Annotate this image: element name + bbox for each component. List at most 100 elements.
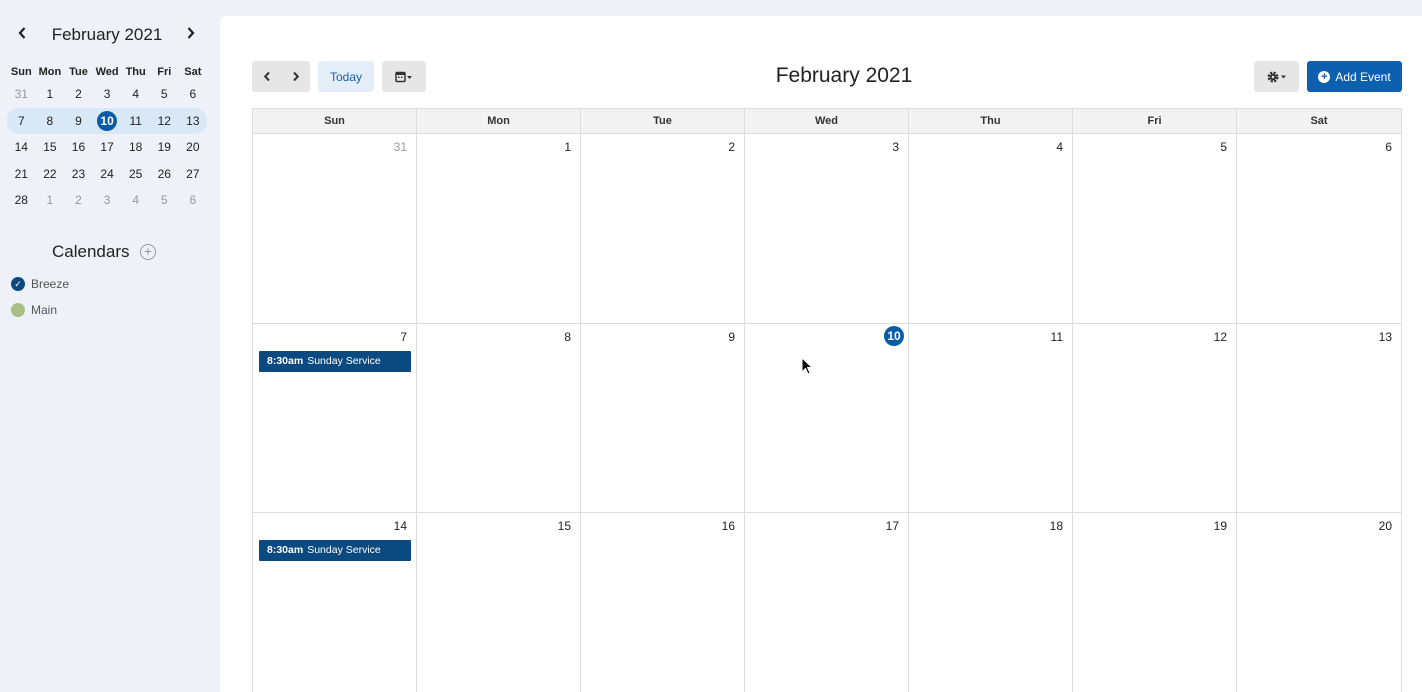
mini-day[interactable]: 12	[150, 110, 179, 132]
settings-button[interactable]	[1254, 61, 1299, 92]
mini-day[interactable]: 1	[36, 83, 65, 105]
calendar-item-breeze[interactable]: ✓ Breeze	[11, 276, 69, 292]
day-cell[interactable]: 19	[1073, 513, 1237, 692]
day-cell[interactable]: 5	[1073, 134, 1237, 323]
mini-day-number: 2	[75, 193, 82, 208]
day-cell[interactable]: 8	[417, 323, 581, 512]
event-chip[interactable]: 8:30am Sunday Service	[259, 540, 411, 561]
day-number: 1	[564, 140, 571, 154]
mini-day[interactable]: 2	[64, 83, 93, 105]
day-cell[interactable]: 1	[417, 134, 581, 323]
mini-calendar-grid: Sun Mon Tue Wed Thu Fri Sat 31 1 2 3 4 5 6 7 8 9 10 11 12 13…	[7, 63, 207, 214]
mini-day[interactable]: 26	[150, 163, 179, 185]
day-cell[interactable]: 6	[1237, 134, 1401, 323]
mini-day-number: 26	[157, 166, 171, 181]
plus-circle-icon: +	[1318, 70, 1331, 83]
today-button[interactable]: Today	[318, 61, 374, 92]
day-number: 10	[884, 325, 904, 346]
mini-day[interactable]: 1	[36, 189, 65, 211]
mini-weekday-label: Mon	[38, 66, 62, 78]
mini-day[interactable]: 22	[36, 163, 65, 185]
mini-day-number: 17	[100, 140, 114, 155]
day-number: 5	[1220, 140, 1227, 154]
day-cell[interactable]: 2	[581, 134, 745, 323]
week-row: 14 8:30am Sunday Service 15 16 17 18 19 20	[253, 513, 1401, 692]
day-cell[interactable]: 18	[909, 513, 1073, 692]
mini-day[interactable]: 24	[93, 163, 122, 185]
prev-month-button[interactable]	[252, 61, 281, 92]
next-month-button[interactable]	[281, 61, 310, 92]
mini-day-number: 10	[97, 110, 118, 131]
day-cell[interactable]: 11	[909, 323, 1073, 512]
mini-day[interactable]: 27	[179, 163, 208, 185]
mini-day[interactable]: 23	[64, 163, 93, 185]
mini-day[interactable]: 7	[7, 110, 36, 132]
day-cell[interactable]: 17	[745, 513, 909, 692]
mini-day-number: 16	[71, 140, 86, 155]
mini-day[interactable]: 25	[121, 163, 150, 185]
gear-icon	[1267, 71, 1286, 82]
mini-week-row: 7 8 9 10 11 12 13	[7, 107, 208, 134]
mini-day[interactable]: 2	[64, 189, 93, 211]
day-cell[interactable]: 15	[417, 513, 581, 692]
mini-day[interactable]: 10	[93, 110, 122, 132]
mini-day[interactable]: 28	[7, 189, 36, 211]
mini-day[interactable]: 17	[93, 136, 122, 158]
mini-day[interactable]: 9	[64, 110, 93, 132]
day-cell[interactable]: 3	[745, 134, 909, 323]
mini-day[interactable]: 18	[121, 136, 150, 158]
day-cell[interactable]: 7 8:30am Sunday Service	[253, 323, 417, 512]
day-number: 7	[400, 329, 407, 344]
mini-day[interactable]: 8	[36, 110, 65, 132]
mini-weekday-label: Thu	[125, 66, 146, 78]
mini-day[interactable]: 19	[150, 136, 179, 158]
mini-day[interactable]: 15	[36, 136, 65, 158]
day-cell[interactable]: 16	[581, 513, 745, 692]
mini-day[interactable]: 11	[121, 110, 150, 132]
mini-day-number: 2	[75, 87, 82, 102]
day-cell[interactable]: 20	[1237, 513, 1401, 692]
mini-day[interactable]: 31	[7, 83, 36, 105]
mini-day[interactable]: 3	[93, 83, 122, 105]
event-title: Sunday Service	[307, 544, 381, 556]
day-cell[interactable]: 12	[1073, 323, 1237, 512]
day-number: 2	[728, 140, 735, 154]
event-chip[interactable]: 8:30am Sunday Service	[259, 350, 411, 372]
calendar-item-label: Breeze	[31, 277, 70, 291]
mini-day[interactable]: 16	[64, 136, 93, 158]
mini-day[interactable]: 5	[150, 83, 179, 105]
day-cell[interactable]: 14 8:30am Sunday Service	[253, 513, 417, 692]
mini-weekday-label: Wed	[95, 66, 119, 78]
calendar-item-main[interactable]: Main	[11, 302, 57, 318]
day-cell[interactable]: 4	[909, 134, 1073, 323]
mini-day[interactable]: 3	[93, 189, 122, 211]
mini-day-number: 31	[14, 87, 28, 102]
mini-day[interactable]: 5	[150, 189, 179, 211]
chevron-right-icon[interactable]	[181, 26, 201, 46]
mini-day[interactable]: 14	[7, 136, 36, 158]
day-cell[interactable]: 9	[581, 323, 745, 512]
add-event-button[interactable]: + Add Event	[1307, 61, 1402, 92]
mini-day[interactable]: 4	[121, 83, 150, 105]
view-picker-button[interactable]	[382, 61, 426, 92]
mini-day[interactable]: 21	[7, 163, 36, 185]
mini-day[interactable]: 13	[179, 110, 208, 132]
mini-day-number: 5	[160, 87, 168, 102]
color-dot-icon	[11, 303, 25, 317]
day-cell[interactable]: 10	[745, 323, 909, 512]
weekday-header: Mon	[417, 109, 581, 133]
mini-day[interactable]: 6	[179, 83, 208, 105]
day-cell[interactable]: 13	[1237, 324, 1401, 513]
mini-day-number: 15	[43, 140, 57, 155]
add-calendar-icon[interactable]: +	[140, 244, 156, 260]
day-number: 9	[728, 329, 735, 344]
mini-day[interactable]: 4	[121, 189, 150, 211]
mini-day-number: 1	[46, 87, 54, 102]
mini-day[interactable]: 6	[179, 189, 208, 211]
mini-day-number: 1	[46, 193, 54, 208]
chevron-left-icon[interactable]	[12, 26, 32, 46]
calendar-item-label: Main	[31, 303, 58, 317]
event-time: 8:30am	[267, 354, 304, 367]
day-cell[interactable]: 31	[253, 134, 417, 323]
mini-day[interactable]: 20	[179, 136, 208, 158]
